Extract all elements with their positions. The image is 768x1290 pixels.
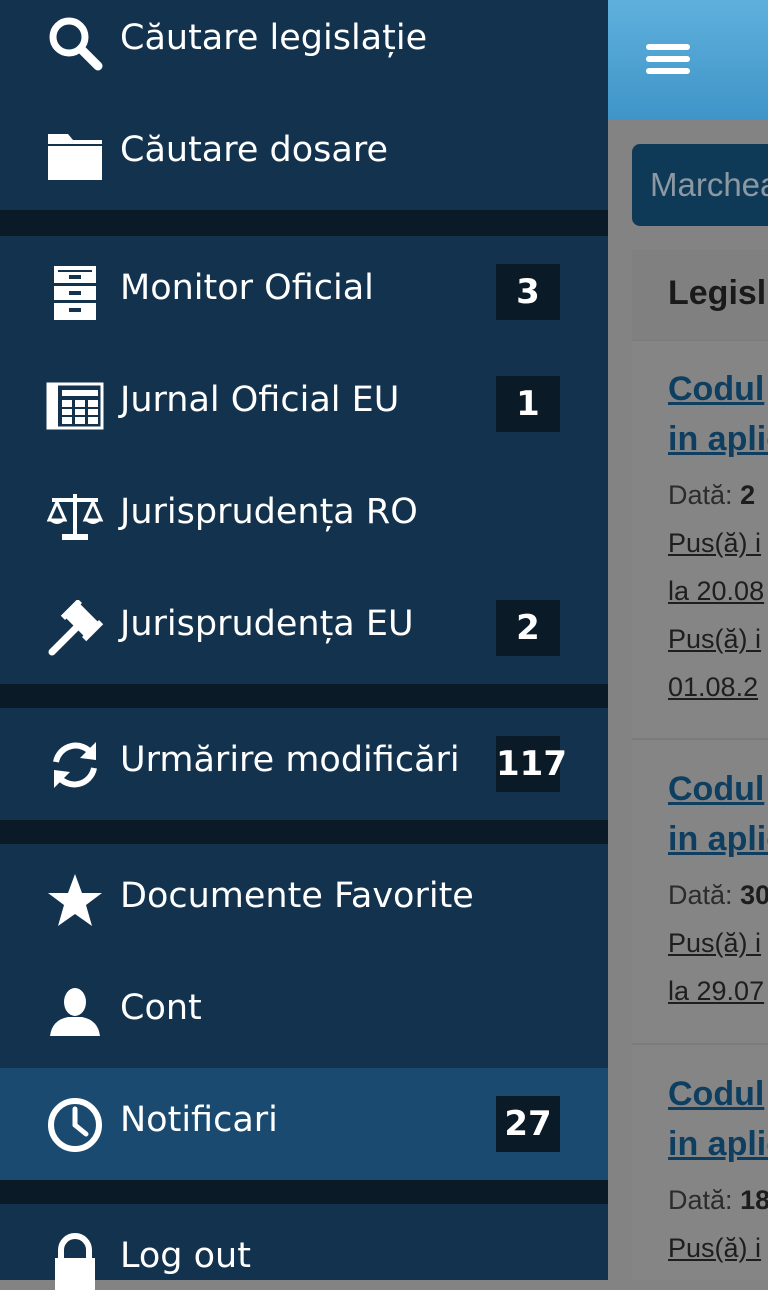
- menu-label: Cont: [120, 988, 202, 1028]
- mark-button[interactable]: Marchea: [632, 144, 768, 226]
- scales-icon: [46, 488, 104, 546]
- legislation-panel: Legisl Codul in aplic Dată: 2 Pus(ă) i l…: [632, 250, 768, 1280]
- menu-label: Notificari: [120, 1100, 278, 1140]
- menu-item-journal-eu[interactable]: Jurnal Oficial EU 1: [0, 348, 608, 460]
- clock-icon: [46, 1096, 104, 1154]
- list-item[interactable]: Codul in aplic Dată: 18 Pus(ă) i: [632, 1045, 768, 1280]
- count-badge: 3: [496, 264, 560, 320]
- user-icon: [46, 984, 104, 1042]
- menu-item-logout[interactable]: Log out: [0, 1204, 608, 1290]
- count-badge: 117: [496, 736, 567, 792]
- doc-line[interactable]: la 20.08: [668, 576, 764, 607]
- separator: [0, 820, 608, 844]
- folder-icon: [46, 126, 104, 184]
- menu-item-search-legislation[interactable]: Căutare legislație: [0, 0, 608, 98]
- separator: [0, 1180, 608, 1204]
- count-badge: 27: [496, 1096, 560, 1152]
- separator: [0, 684, 608, 708]
- menu-label: Log out: [120, 1236, 251, 1276]
- hamburger-icon[interactable]: [646, 44, 690, 76]
- menu-item-search-files[interactable]: Căutare dosare: [0, 98, 608, 210]
- cabinet-icon: [46, 264, 104, 322]
- menu-item-case-law-eu[interactable]: Jurisprudența EU 2: [0, 572, 608, 684]
- menu-label: Jurnal Oficial EU: [120, 380, 400, 420]
- sync-icon: [46, 736, 104, 794]
- top-bar: [608, 0, 768, 120]
- panel-title: Legisl: [668, 274, 767, 312]
- list-item[interactable]: Codul in aplic Dată: 30 Pus(ă) i la 29.0…: [632, 740, 768, 1045]
- mark-button-label: Marchea: [650, 166, 768, 203]
- doc-line[interactable]: Pus(ă) i: [668, 1233, 761, 1264]
- list-item[interactable]: Codul in aplic Dată: 2 Pus(ă) i la 20.08…: [632, 340, 768, 740]
- doc-line[interactable]: 01.08.2: [668, 672, 758, 703]
- count-badge: 2: [496, 600, 560, 656]
- doc-line[interactable]: Pus(ă) i: [668, 624, 761, 655]
- doc-date: Dată: 2: [668, 480, 756, 510]
- panel-header: Legisl: [632, 250, 768, 341]
- doc-title[interactable]: Codul: [668, 1069, 764, 1119]
- doc-title-2[interactable]: in aplic: [668, 1119, 768, 1169]
- doc-date: Dată: 30: [668, 880, 768, 910]
- navigation-drawer: Căutare legislație Căutare dosare Monito…: [0, 0, 608, 1290]
- newspaper-icon: [46, 376, 104, 434]
- doc-title-2[interactable]: in aplic: [668, 414, 768, 464]
- menu-item-tracking[interactable]: Urmărire modificări 117: [0, 708, 608, 820]
- menu-item-case-law-ro[interactable]: Jurisprudența RO: [0, 460, 608, 572]
- lock-icon: [46, 1232, 104, 1290]
- star-icon: [46, 872, 104, 930]
- menu-label: Jurisprudența RO: [120, 492, 418, 532]
- doc-title[interactable]: Codul: [668, 364, 764, 414]
- doc-date: Dată: 18: [668, 1185, 768, 1215]
- search-icon: [46, 14, 104, 72]
- gavel-icon: [46, 600, 104, 658]
- menu-label: Urmărire modificări: [120, 740, 460, 780]
- separator: [0, 210, 608, 236]
- menu-item-notifications[interactable]: Notificari 27: [0, 1068, 608, 1180]
- menu-item-monitor[interactable]: Monitor Oficial 3: [0, 236, 608, 348]
- doc-title[interactable]: Codul: [668, 764, 764, 814]
- menu-item-favorites[interactable]: Documente Favorite: [0, 844, 608, 956]
- menu-label: Documente Favorite: [120, 876, 474, 916]
- count-badge: 1: [496, 376, 560, 432]
- menu-label: Monitor Oficial: [120, 268, 374, 308]
- doc-line[interactable]: Pus(ă) i: [668, 528, 761, 559]
- menu-label: Jurisprudența EU: [120, 604, 414, 644]
- doc-line[interactable]: Pus(ă) i: [668, 928, 761, 959]
- menu-label: Căutare dosare: [120, 130, 388, 170]
- main-content: Marchea Legisl Codul in aplic Dată: 2 Pu…: [608, 0, 768, 1280]
- menu-label: Căutare legislație: [120, 18, 428, 58]
- doc-title-2[interactable]: in aplic: [668, 814, 768, 864]
- menu-item-account[interactable]: Cont: [0, 956, 608, 1068]
- doc-line[interactable]: la 29.07: [668, 976, 764, 1007]
